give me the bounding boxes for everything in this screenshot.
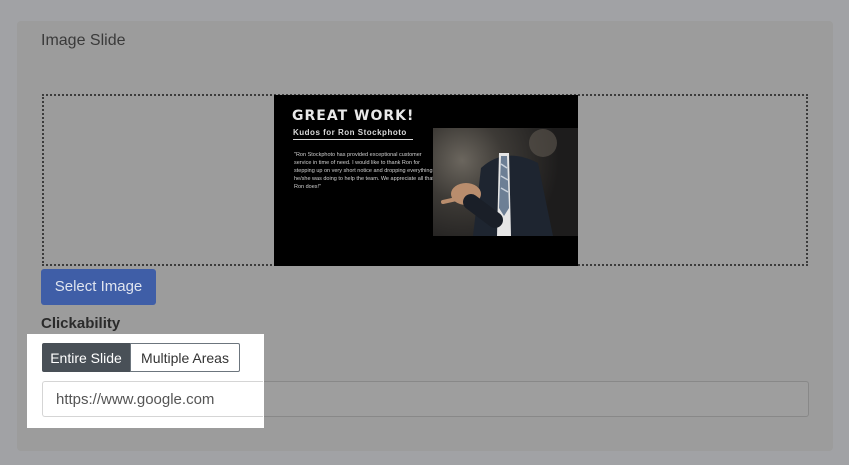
select-image-button[interactable]: Select Image xyxy=(41,269,156,305)
slide-image-preview: GREAT WORK! Kudos for Ron Stockphoto "Ro… xyxy=(274,95,578,266)
businessman-photo xyxy=(433,128,578,236)
card-title: Image Slide xyxy=(41,32,126,49)
preview-subtitle: Kudos for Ron Stockphoto xyxy=(293,128,413,140)
preview-title: GREAT WORK! xyxy=(292,108,415,124)
entire-slide-toggle[interactable]: Entire Slide xyxy=(42,343,130,372)
preview-quote: "Ron Stockphoto has provided exceptional… xyxy=(294,152,434,190)
businessman-illustration xyxy=(441,129,557,236)
multiple-areas-toggle[interactable]: Multiple Areas xyxy=(130,343,240,372)
link-url-input[interactable] xyxy=(42,381,263,417)
clickability-label: Clickability xyxy=(41,315,121,332)
